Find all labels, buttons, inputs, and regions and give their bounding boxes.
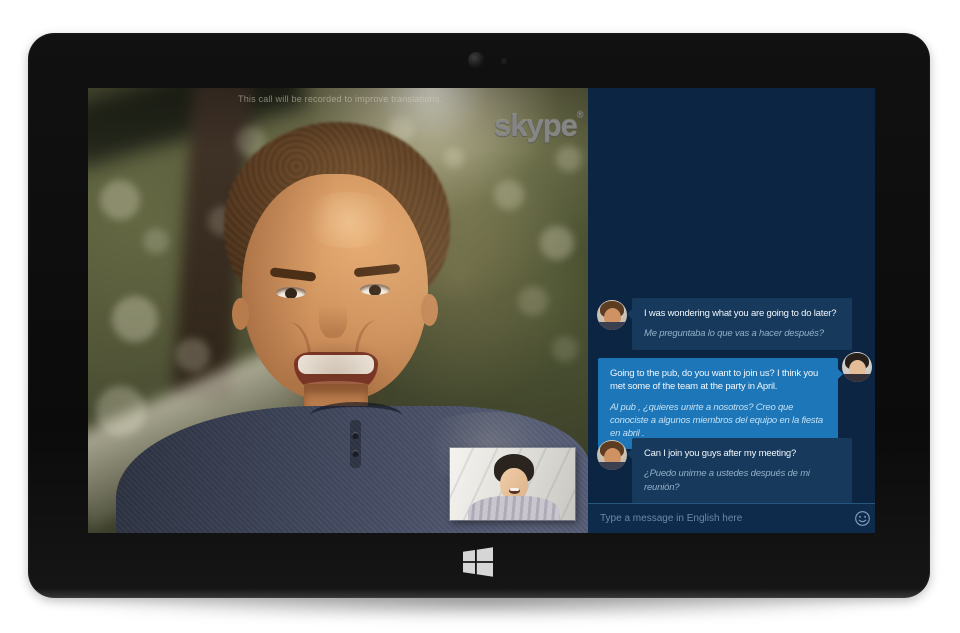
message-translation: Al pub , ¿quieres unirte a nosotros? Cre… bbox=[610, 401, 826, 441]
message-translation: ¿Puedo unirme a ustedes después de mi re… bbox=[644, 467, 840, 494]
skype-logo-watermark: skype® bbox=[494, 108, 584, 144]
recording-notice: This call will be recorded to improve tr… bbox=[238, 94, 442, 104]
message-bubble: Can I join you guys after my meeting? ¿P… bbox=[632, 438, 852, 503]
message-text: Going to the pub, do you want to join us… bbox=[610, 367, 826, 394]
marketing-photo: This call will be recorded to improve tr… bbox=[0, 0, 960, 633]
message-input[interactable] bbox=[588, 504, 849, 533]
self-shirt bbox=[468, 496, 560, 520]
emoji-button[interactable] bbox=[849, 504, 875, 533]
light-sensor-icon bbox=[501, 58, 507, 64]
message-text: I was wondering what you are going to do… bbox=[644, 307, 840, 320]
skype-wordmark: skype bbox=[494, 108, 577, 143]
remote-avatar bbox=[597, 440, 627, 470]
avatar-shirt bbox=[842, 374, 872, 382]
self-smile bbox=[509, 488, 520, 494]
message-bubble: I was wondering what you are going to do… bbox=[632, 298, 852, 350]
avatar-shirt bbox=[597, 462, 627, 470]
remote-avatar bbox=[597, 300, 627, 330]
smiley-icon bbox=[854, 510, 871, 527]
windows-home-button[interactable] bbox=[460, 545, 496, 579]
message-bubble: Going to the pub, do you want to join us… bbox=[598, 358, 838, 449]
remote-video-view: This call will be recorded to improve tr… bbox=[88, 88, 588, 533]
self-avatar bbox=[842, 352, 872, 382]
self-video-pip[interactable] bbox=[450, 448, 575, 520]
front-camera-icon bbox=[468, 52, 485, 69]
windows-logo-icon bbox=[462, 547, 494, 577]
message-text: Can I join you guys after my meeting? bbox=[644, 447, 840, 460]
avatar-shirt bbox=[597, 322, 627, 330]
message-input-bar bbox=[588, 503, 875, 533]
translation-chat-panel: I was wondering what you are going to do… bbox=[588, 88, 875, 533]
skype-app-screen: This call will be recorded to improve tr… bbox=[88, 88, 875, 533]
message-translation: Me preguntaba lo que vas a hacer después… bbox=[644, 327, 840, 340]
registered-mark: ® bbox=[577, 110, 584, 120]
